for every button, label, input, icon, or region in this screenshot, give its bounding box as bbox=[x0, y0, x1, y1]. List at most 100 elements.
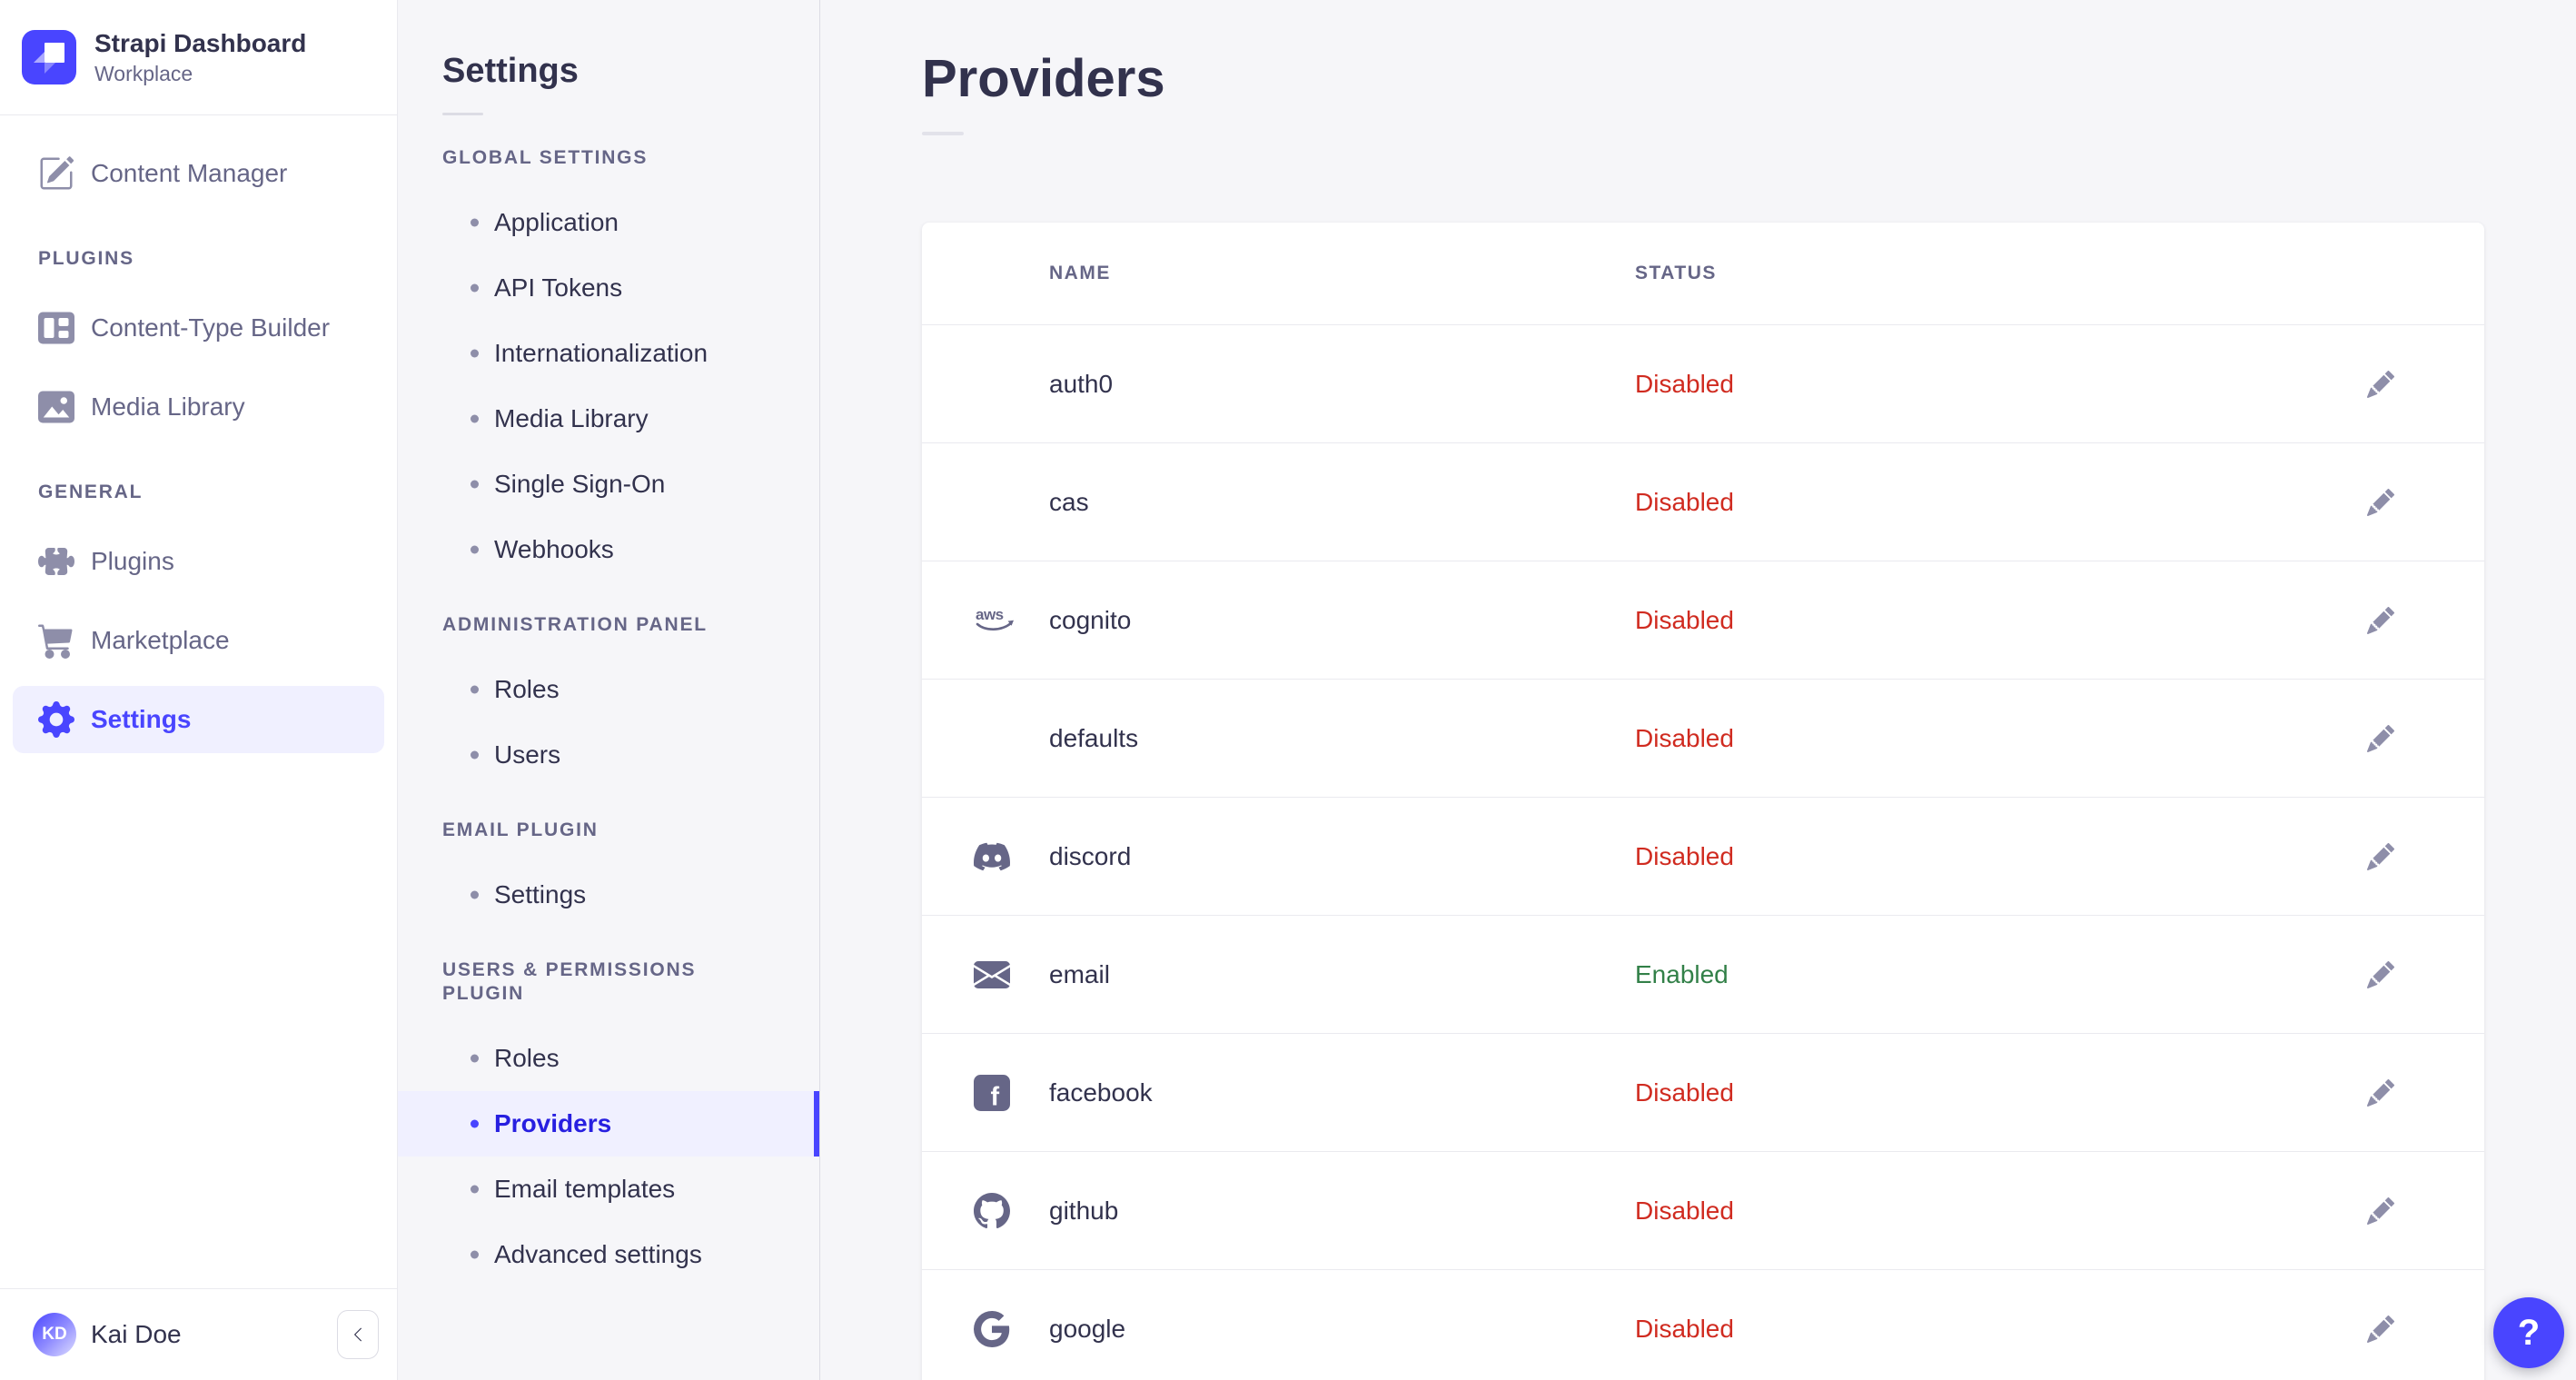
subnav-item-media-library[interactable]: Media Library bbox=[398, 386, 819, 452]
pencil-icon bbox=[2367, 725, 2394, 752]
provider-name: google bbox=[1049, 1314, 1126, 1343]
subnav-item-providers[interactable]: Providers bbox=[398, 1091, 819, 1157]
subnav-title: Settings bbox=[442, 52, 579, 90]
provider-status: Disabled bbox=[1635, 1314, 1734, 1343]
edit-provider-button[interactable] bbox=[2359, 362, 2403, 406]
nav-section-label: GENERAL bbox=[38, 482, 144, 502]
subnav-section-label: EMAIL PLUGIN bbox=[442, 819, 599, 840]
brand-title: Strapi Dashboard bbox=[94, 29, 307, 57]
edit-provider-button[interactable] bbox=[2359, 1071, 2403, 1115]
edit-provider-button[interactable] bbox=[2359, 717, 2403, 760]
edit-provider-button[interactable] bbox=[2359, 1189, 2403, 1233]
nav-section-items: Plugins Marketplace Settings bbox=[13, 528, 384, 753]
provider-row-auth0[interactable]: auth0 Disabled bbox=[922, 325, 2484, 443]
provider-name: cas bbox=[1049, 487, 1089, 516]
subnav-item-single-sign-on[interactable]: Single Sign-On bbox=[398, 452, 819, 517]
provider-row-cognito[interactable]: cognito Disabled bbox=[922, 561, 2484, 680]
provider-row-github[interactable]: github Disabled bbox=[922, 1152, 2484, 1270]
main-sidebar: Strapi Dashboard Workplace Content Manag… bbox=[0, 0, 398, 1380]
provider-row-email[interactable]: email Enabled bbox=[922, 916, 2484, 1034]
subnav-item-email-templates[interactable]: Email templates bbox=[398, 1157, 819, 1222]
main-content: Providers NAME STATUS auth0 Disabled cas… bbox=[820, 0, 2576, 1380]
table-header-row: NAME STATUS bbox=[922, 223, 2484, 325]
brand[interactable]: Strapi Dashboard Workplace bbox=[0, 0, 397, 115]
subnav-item-advanced-settings[interactable]: Advanced settings bbox=[398, 1222, 819, 1287]
subnav-item-label: Single Sign-On bbox=[494, 470, 666, 498]
provider-row-discord[interactable]: discord Disabled bbox=[922, 798, 2484, 916]
pencil-icon bbox=[2367, 489, 2394, 516]
subnav-item-settings[interactable]: Settings bbox=[398, 862, 819, 928]
subnav-title-divider bbox=[442, 113, 483, 115]
edit-provider-button[interactable] bbox=[2359, 599, 2403, 642]
subnav-item-application[interactable]: Application bbox=[398, 190, 819, 255]
puzzle-icon bbox=[38, 543, 74, 580]
provider-row-defaults[interactable]: defaults Disabled bbox=[922, 680, 2484, 798]
sidebar-item-label: Settings bbox=[91, 705, 192, 733]
edit-provider-button[interactable] bbox=[2359, 835, 2403, 879]
sidebar-item-plugins[interactable]: Plugins bbox=[13, 528, 384, 595]
google-icon bbox=[974, 1311, 1010, 1347]
edit-provider-button[interactable] bbox=[2359, 481, 2403, 524]
subnav-item-label: Media Library bbox=[494, 404, 649, 432]
aws-icon bbox=[974, 605, 1017, 636]
subnav-item-webhooks[interactable]: Webhooks bbox=[398, 517, 819, 582]
help-button[interactable]: ? bbox=[2493, 1297, 2564, 1368]
subnav-item-roles[interactable]: Roles bbox=[398, 1026, 819, 1091]
provider-status: Disabled bbox=[1635, 369, 1734, 398]
subnav-item-label: Roles bbox=[494, 1044, 560, 1072]
subnav-item-label: API Tokens bbox=[494, 273, 623, 302]
sidebar-item-content-type-builder[interactable]: Content-Type Builder bbox=[13, 294, 384, 362]
pencil-icon bbox=[2367, 607, 2394, 634]
nav-section-items: Content-Type Builder Media Library bbox=[13, 294, 384, 441]
provider-status: Disabled bbox=[1635, 1077, 1734, 1107]
provider-name: email bbox=[1049, 959, 1110, 988]
provider-name: github bbox=[1049, 1196, 1119, 1225]
subnav-section: GLOBAL SETTINGS Application API Tokens I… bbox=[398, 146, 819, 582]
sidebar-item-marketplace[interactable]: Marketplace bbox=[13, 607, 384, 674]
github-icon bbox=[974, 1193, 1010, 1229]
provider-status: Disabled bbox=[1635, 605, 1734, 634]
edit-provider-button[interactable] bbox=[2359, 953, 2403, 997]
column-header-status: STATUS bbox=[1635, 263, 1717, 283]
sidebar-item-settings[interactable]: Settings bbox=[13, 686, 384, 753]
subnav-item-label: Roles bbox=[494, 675, 560, 703]
avatar: KD bbox=[33, 1313, 76, 1356]
sidebar-item-label: Marketplace bbox=[91, 626, 230, 654]
provider-row-google[interactable]: google Disabled bbox=[922, 1270, 2484, 1380]
sidebar-item-content-manager[interactable]: Content Manager bbox=[13, 140, 384, 207]
subnav-sections: GLOBAL SETTINGS Application API Tokens I… bbox=[398, 146, 819, 1287]
gear-icon bbox=[38, 701, 74, 738]
settings-subnav: Settings GLOBAL SETTINGS Application API… bbox=[398, 0, 820, 1380]
collapse-sidebar-button[interactable] bbox=[337, 1310, 379, 1359]
nav-section-label: PLUGINS bbox=[38, 248, 134, 269]
subnav-item-label: Advanced settings bbox=[494, 1240, 702, 1268]
provider-name: defaults bbox=[1049, 723, 1139, 752]
nav-section: Content Manager bbox=[13, 140, 384, 207]
provider-row-facebook[interactable]: facebook Disabled bbox=[922, 1034, 2484, 1152]
subnav-item-internationalization[interactable]: Internationalization bbox=[398, 321, 819, 386]
sidebar-item-media-library[interactable]: Media Library bbox=[13, 373, 384, 441]
pencil-icon bbox=[2367, 843, 2394, 870]
sidebar-item-label: Media Library bbox=[91, 392, 245, 421]
pencil-icon bbox=[2367, 1315, 2394, 1343]
subnav-item-users[interactable]: Users bbox=[398, 722, 819, 788]
provider-status: Disabled bbox=[1635, 841, 1734, 870]
subnav-item-label: Webhooks bbox=[494, 535, 614, 563]
brand-subtitle: Workplace bbox=[94, 62, 193, 85]
facebook-icon bbox=[974, 1075, 1010, 1111]
table-body: auth0 Disabled cas Disabled cognito Disa… bbox=[922, 325, 2484, 1380]
user-menu[interactable]: KD Kai Doe bbox=[33, 1313, 322, 1356]
sidebar-item-label: Content Manager bbox=[91, 159, 288, 187]
provider-row-cas[interactable]: cas Disabled bbox=[922, 443, 2484, 561]
edit-provider-button[interactable] bbox=[2359, 1307, 2403, 1351]
sidebar-item-label: Plugins bbox=[91, 547, 174, 575]
subnav-section-items: Roles Providers Email templates Advanced… bbox=[398, 1026, 819, 1287]
subnav-item-roles[interactable]: Roles bbox=[398, 657, 819, 722]
provider-status: Disabled bbox=[1635, 723, 1734, 752]
nav-section: GENERAL Plugins Marketplace Settings bbox=[13, 481, 384, 753]
page-title: Providers bbox=[922, 49, 1165, 108]
user-name: Kai Doe bbox=[91, 1320, 182, 1348]
cart-icon bbox=[38, 622, 74, 659]
subnav-item-api-tokens[interactable]: API Tokens bbox=[398, 255, 819, 321]
pencil-icon bbox=[2367, 1197, 2394, 1225]
